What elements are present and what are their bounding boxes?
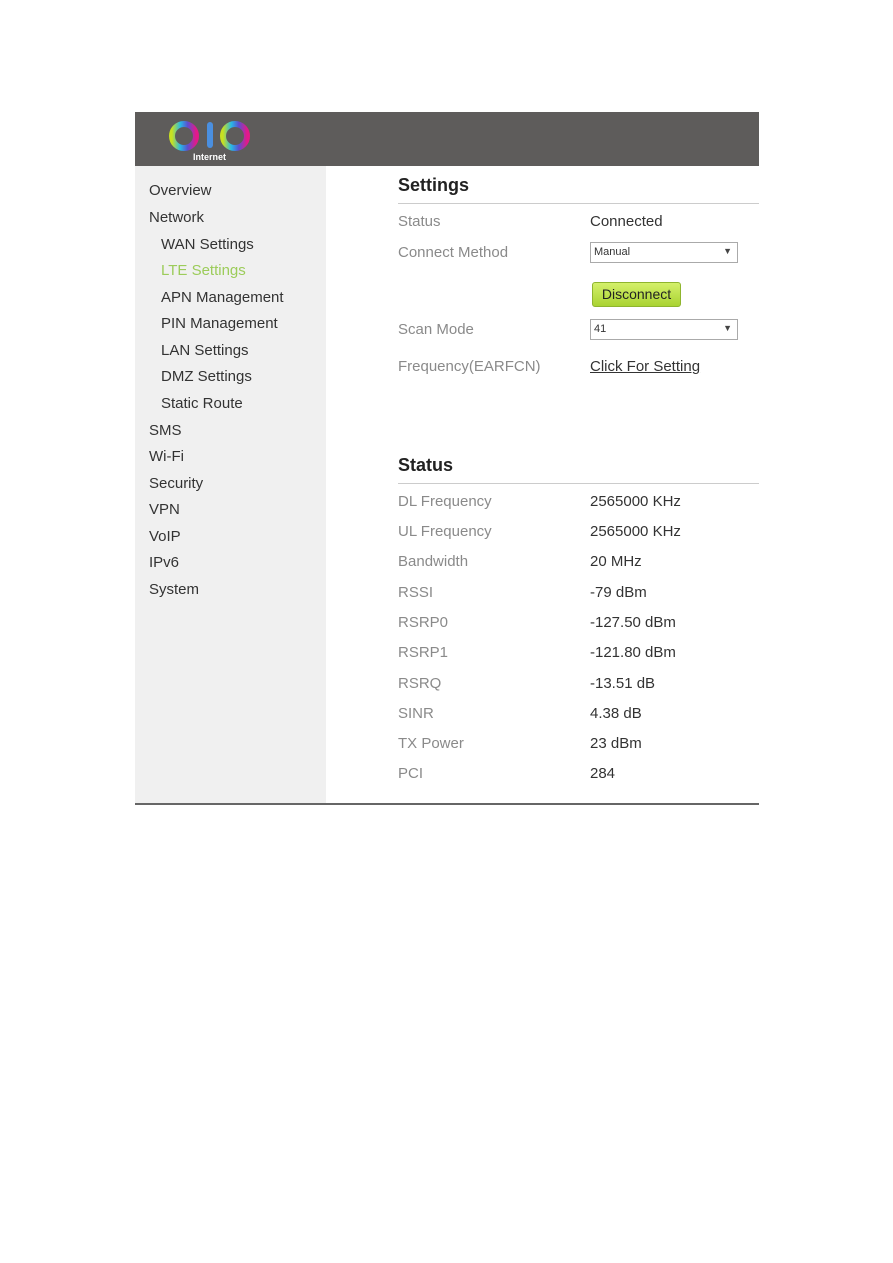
status-row-label: RSRQ <box>398 675 442 692</box>
connect-method-selected: Manual <box>594 246 631 258</box>
sidebar-item-apn-management[interactable]: APN Management <box>161 289 284 306</box>
status-row-label: Bandwidth <box>398 553 469 570</box>
status-row-value: 2565000 KHz <box>590 523 681 540</box>
status-row-value: -79 dBm <box>590 584 647 601</box>
status-row-value: 23 dBm <box>590 735 642 752</box>
sidebar-item-ipv6[interactable]: IPv6 <box>149 554 179 571</box>
router-admin-page: Internet Overview Network WAN Settings L… <box>135 112 759 805</box>
sidebar-item-wifi[interactable]: Wi-Fi <box>149 448 184 465</box>
status-row-value: -121.80 dBm <box>590 644 676 661</box>
status-row-value: 20 MHz <box>590 553 642 570</box>
sidebar-item-system[interactable]: System <box>149 581 199 598</box>
status-row-label: PCI <box>398 765 424 782</box>
status-row-value: 4.38 dB <box>590 705 642 722</box>
settings-divider <box>398 203 759 204</box>
sidebar-item-pin-management[interactable]: PIN Management <box>161 315 278 332</box>
sidebar-nav: Overview Network WAN Settings LTE Settin… <box>135 166 326 803</box>
sidebar-item-overview[interactable]: Overview <box>149 182 212 199</box>
header-bar: Internet <box>135 112 759 166</box>
logo-subtitle: Internet <box>193 152 227 162</box>
sidebar-item-vpn[interactable]: VPN <box>149 501 180 518</box>
footer-divider <box>135 803 759 805</box>
status-divider <box>398 483 759 484</box>
connect-method-select[interactable]: Manual ▼ <box>590 242 738 263</box>
sidebar-item-security[interactable]: Security <box>149 475 203 492</box>
connection-status-value: Connected <box>590 213 663 230</box>
dropdown-arrow-icon: ▼ <box>723 323 732 333</box>
sidebar-item-network[interactable]: Network <box>149 209 204 226</box>
status-row-label: TX Power <box>398 735 464 752</box>
sidebar-item-lte-settings[interactable]: LTE Settings <box>161 262 246 279</box>
disconnect-button[interactable]: Disconnect <box>592 282 681 307</box>
scan-mode-label: Scan Mode <box>398 321 474 338</box>
connect-method-label: Connect Method <box>398 244 509 261</box>
settings-heading: Settings <box>398 175 470 195</box>
scan-mode-selected: 41 <box>594 323 607 335</box>
status-row-value: 284 <box>590 765 616 782</box>
sidebar-item-lan-settings[interactable]: LAN Settings <box>161 342 249 359</box>
status-row-value: -13.51 dB <box>590 675 656 692</box>
sidebar-item-dmz-settings[interactable]: DMZ Settings <box>161 368 252 385</box>
status-row-label: RSSI <box>398 584 434 601</box>
status-row-label: UL Frequency <box>398 523 492 540</box>
sidebar-item-sms[interactable]: SMS <box>149 422 182 439</box>
sidebar-item-voip[interactable]: VoIP <box>149 528 181 545</box>
status-heading: Status <box>398 455 454 475</box>
sidebar-item-wan-settings[interactable]: WAN Settings <box>161 236 254 253</box>
frequency-label: Frequency(EARFCN) <box>398 358 541 375</box>
status-row-label: SINR <box>398 705 434 722</box>
dropdown-arrow-icon: ▼ <box>723 246 732 256</box>
status-row-label: RSRP0 <box>398 614 449 631</box>
frequency-setting-link[interactable]: Click For Setting <box>590 358 700 375</box>
scan-mode-select[interactable]: 41 ▼ <box>590 319 738 340</box>
status-row-label: DL Frequency <box>398 493 492 510</box>
status-label: Status <box>398 213 441 230</box>
status-row-label: RSRP1 <box>398 644 449 661</box>
status-row-value: -127.50 dBm <box>590 614 676 631</box>
sidebar-item-static-route[interactable]: Static Route <box>161 395 243 412</box>
status-row-value: 2565000 KHz <box>590 493 681 510</box>
